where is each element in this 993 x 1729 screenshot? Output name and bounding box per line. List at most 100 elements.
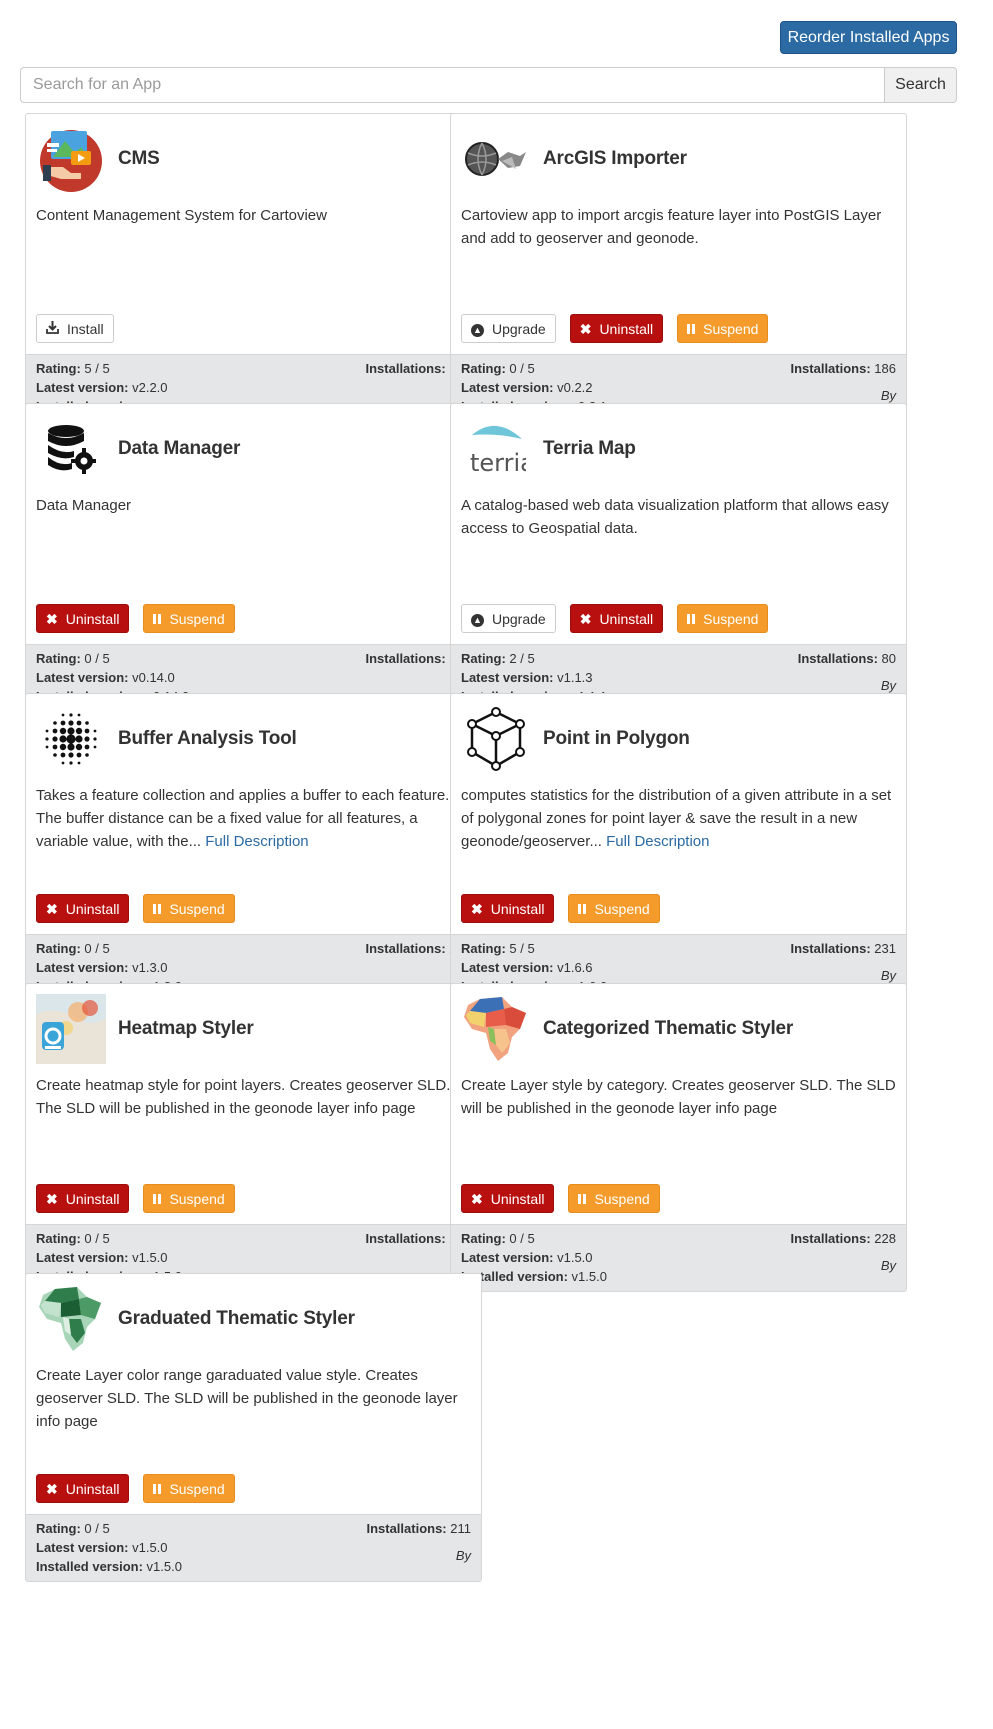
suspend-button[interactable]: Suspend	[677, 604, 769, 633]
app-description: Create heatmap style for point layers. C…	[36, 1074, 472, 1120]
suspend-button[interactable]: Suspend	[677, 314, 769, 343]
suspend-button[interactable]: Suspend	[143, 604, 235, 633]
uninstall-button[interactable]: ✖ Uninstall	[569, 314, 664, 343]
button-label: Uninstall	[65, 1190, 120, 1207]
button-label: Uninstall	[65, 610, 120, 627]
latest-version: Latest version: v1.5.0	[461, 1250, 593, 1265]
installations-value: 228	[874, 1231, 896, 1246]
database-gear-icon	[36, 414, 106, 484]
suspend-button[interactable]: Suspend	[143, 1184, 235, 1213]
installations-value: 231	[874, 941, 896, 956]
button-label: Uninstall	[65, 900, 120, 917]
app-description-text: Create Layer color range garaduated valu…	[36, 1367, 458, 1430]
button-label: Install	[67, 320, 104, 337]
app-description: Create Layer style by category. Creates …	[461, 1074, 897, 1120]
app-name: Terria Map	[543, 438, 636, 459]
uninstall-button[interactable]: ✖ Uninstall	[36, 1184, 130, 1213]
latest-version-value: v1.3.0	[132, 960, 168, 975]
app-card-footer: Rating: 0 / 5 Latest version: v1.5.0 Insta…	[451, 1224, 906, 1291]
installed-version-value: v1.5.0	[146, 1559, 182, 1574]
rating-value: 5 / 5	[84, 361, 110, 376]
rating-label: Rating:	[461, 651, 506, 666]
pause-icon	[687, 611, 696, 627]
latest-version: Latest version: v0.14.0	[36, 670, 175, 685]
button-label: Suspend	[169, 1190, 225, 1207]
app-name: Heatmap Styler	[118, 1018, 254, 1039]
uninstall-button[interactable]: ✖ Uninstall	[36, 604, 130, 633]
author-by: By	[880, 678, 896, 693]
app-description-text: A catalog-based web data visualization p…	[461, 497, 889, 537]
app-actions: ▲ Upgrade ✖ Uninstall Suspend	[461, 314, 769, 343]
pause-icon	[153, 1481, 162, 1497]
installations-value: 211	[450, 1521, 471, 1536]
reorder-installed-apps-button[interactable]: Reorder Installed Apps	[780, 21, 957, 54]
rating: Rating: 0 / 5	[36, 1231, 110, 1246]
rating-value: 0 / 5	[509, 361, 535, 376]
app-name: CMS	[118, 148, 160, 169]
pause-icon	[578, 1191, 587, 1207]
suspend-button[interactable]: Suspend	[568, 1184, 660, 1213]
latest-version-label: Latest version:	[36, 670, 129, 685]
author-by: By	[880, 388, 896, 403]
latest-version-value: v2.2.0	[132, 380, 168, 395]
close-icon: ✖	[46, 1480, 58, 1497]
app-card-graduated-thematic-styler: Graduated Thematic Styler Create Layer co…	[25, 1273, 482, 1582]
latest-version-label: Latest version:	[461, 960, 554, 975]
search-button[interactable]: Search	[884, 67, 957, 103]
author-by: By	[880, 1258, 896, 1273]
app-card-buffer-analysis-tool: Buffer Analysis Tool Takes a feature coll…	[25, 693, 482, 1002]
rating: Rating: 0 / 5	[36, 1521, 110, 1536]
rating: Rating: 2 / 5	[461, 651, 535, 666]
rating-label: Rating:	[36, 1521, 81, 1536]
dots-burst-icon	[36, 704, 106, 774]
upgrade-button[interactable]: ▲ Upgrade	[461, 314, 556, 343]
search-input[interactable]	[20, 67, 884, 103]
installed-version: Installed version: v1.5.0	[36, 1559, 182, 1574]
uninstall-button[interactable]: ✖ Uninstall	[569, 604, 664, 633]
app-name: Point in Polygon	[543, 728, 690, 749]
close-icon: ✖	[46, 1190, 58, 1207]
close-icon: ✖	[471, 1190, 483, 1207]
latest-version: Latest version: v1.1.3	[461, 670, 593, 685]
rating: Rating: 0 / 5	[461, 1231, 535, 1246]
install-button[interactable]: Install	[36, 314, 114, 343]
africa-graduated-icon	[36, 1284, 106, 1354]
installed-version-label: Installed version:	[36, 1559, 143, 1574]
uninstall-button[interactable]: ✖ Uninstall	[461, 1184, 555, 1213]
suspend-button[interactable]: Suspend	[143, 1474, 235, 1503]
uninstall-button[interactable]: ✖ Uninstall	[461, 894, 555, 923]
app-card-header: CMS	[36, 124, 160, 194]
latest-version-label: Latest version:	[36, 1250, 129, 1265]
uninstall-button[interactable]: ✖ Uninstall	[36, 1474, 130, 1503]
rating-label: Rating:	[36, 1231, 81, 1246]
button-label: Suspend	[594, 900, 650, 917]
button-label: Suspend	[169, 1480, 225, 1497]
latest-version-label: Latest version:	[36, 1540, 129, 1555]
button-label: Suspend	[169, 610, 225, 627]
rating-value: 5 / 5	[509, 941, 535, 956]
button-label: Suspend	[703, 610, 759, 627]
full-description-link[interactable]: Full Description	[606, 833, 709, 850]
app-card-categorized-thematic-styler: Categorized Thematic Styler Create Layer …	[450, 983, 907, 1292]
rating-label: Rating:	[36, 941, 81, 956]
cms-icon	[36, 124, 106, 194]
app-card-arcgis-importer: ArcGIS Importer Cartoview app to import a…	[450, 113, 907, 422]
suspend-button[interactable]: Suspend	[568, 894, 660, 923]
app-description: Takes a feature collection and applies a…	[36, 784, 472, 853]
rating-value: 0 / 5	[84, 941, 110, 956]
upgrade-icon: ▲	[471, 610, 484, 627]
installations-label: Installations:	[790, 1231, 871, 1246]
button-label: Suspend	[169, 900, 225, 917]
full-description-link[interactable]: Full Description	[205, 833, 308, 850]
app-actions: ✖ Uninstall Suspend	[461, 894, 660, 923]
app-actions: ▲ Upgrade ✖ Uninstall Suspend	[461, 604, 769, 633]
app-card-footer: Rating: 0 / 5 Latest version: v1.5.0 Insta…	[26, 1514, 481, 1581]
button-label: Uninstall	[65, 1480, 120, 1497]
suspend-button[interactable]: Suspend	[143, 894, 235, 923]
installations-label: Installations:	[365, 361, 446, 376]
uninstall-button[interactable]: ✖ Uninstall	[36, 894, 130, 923]
upgrade-button[interactable]: ▲ Upgrade	[461, 604, 556, 633]
rating-value: 0 / 5	[84, 651, 110, 666]
latest-version: Latest version: v0.2.2	[461, 380, 593, 395]
latest-version: Latest version: v1.3.0	[36, 960, 168, 975]
